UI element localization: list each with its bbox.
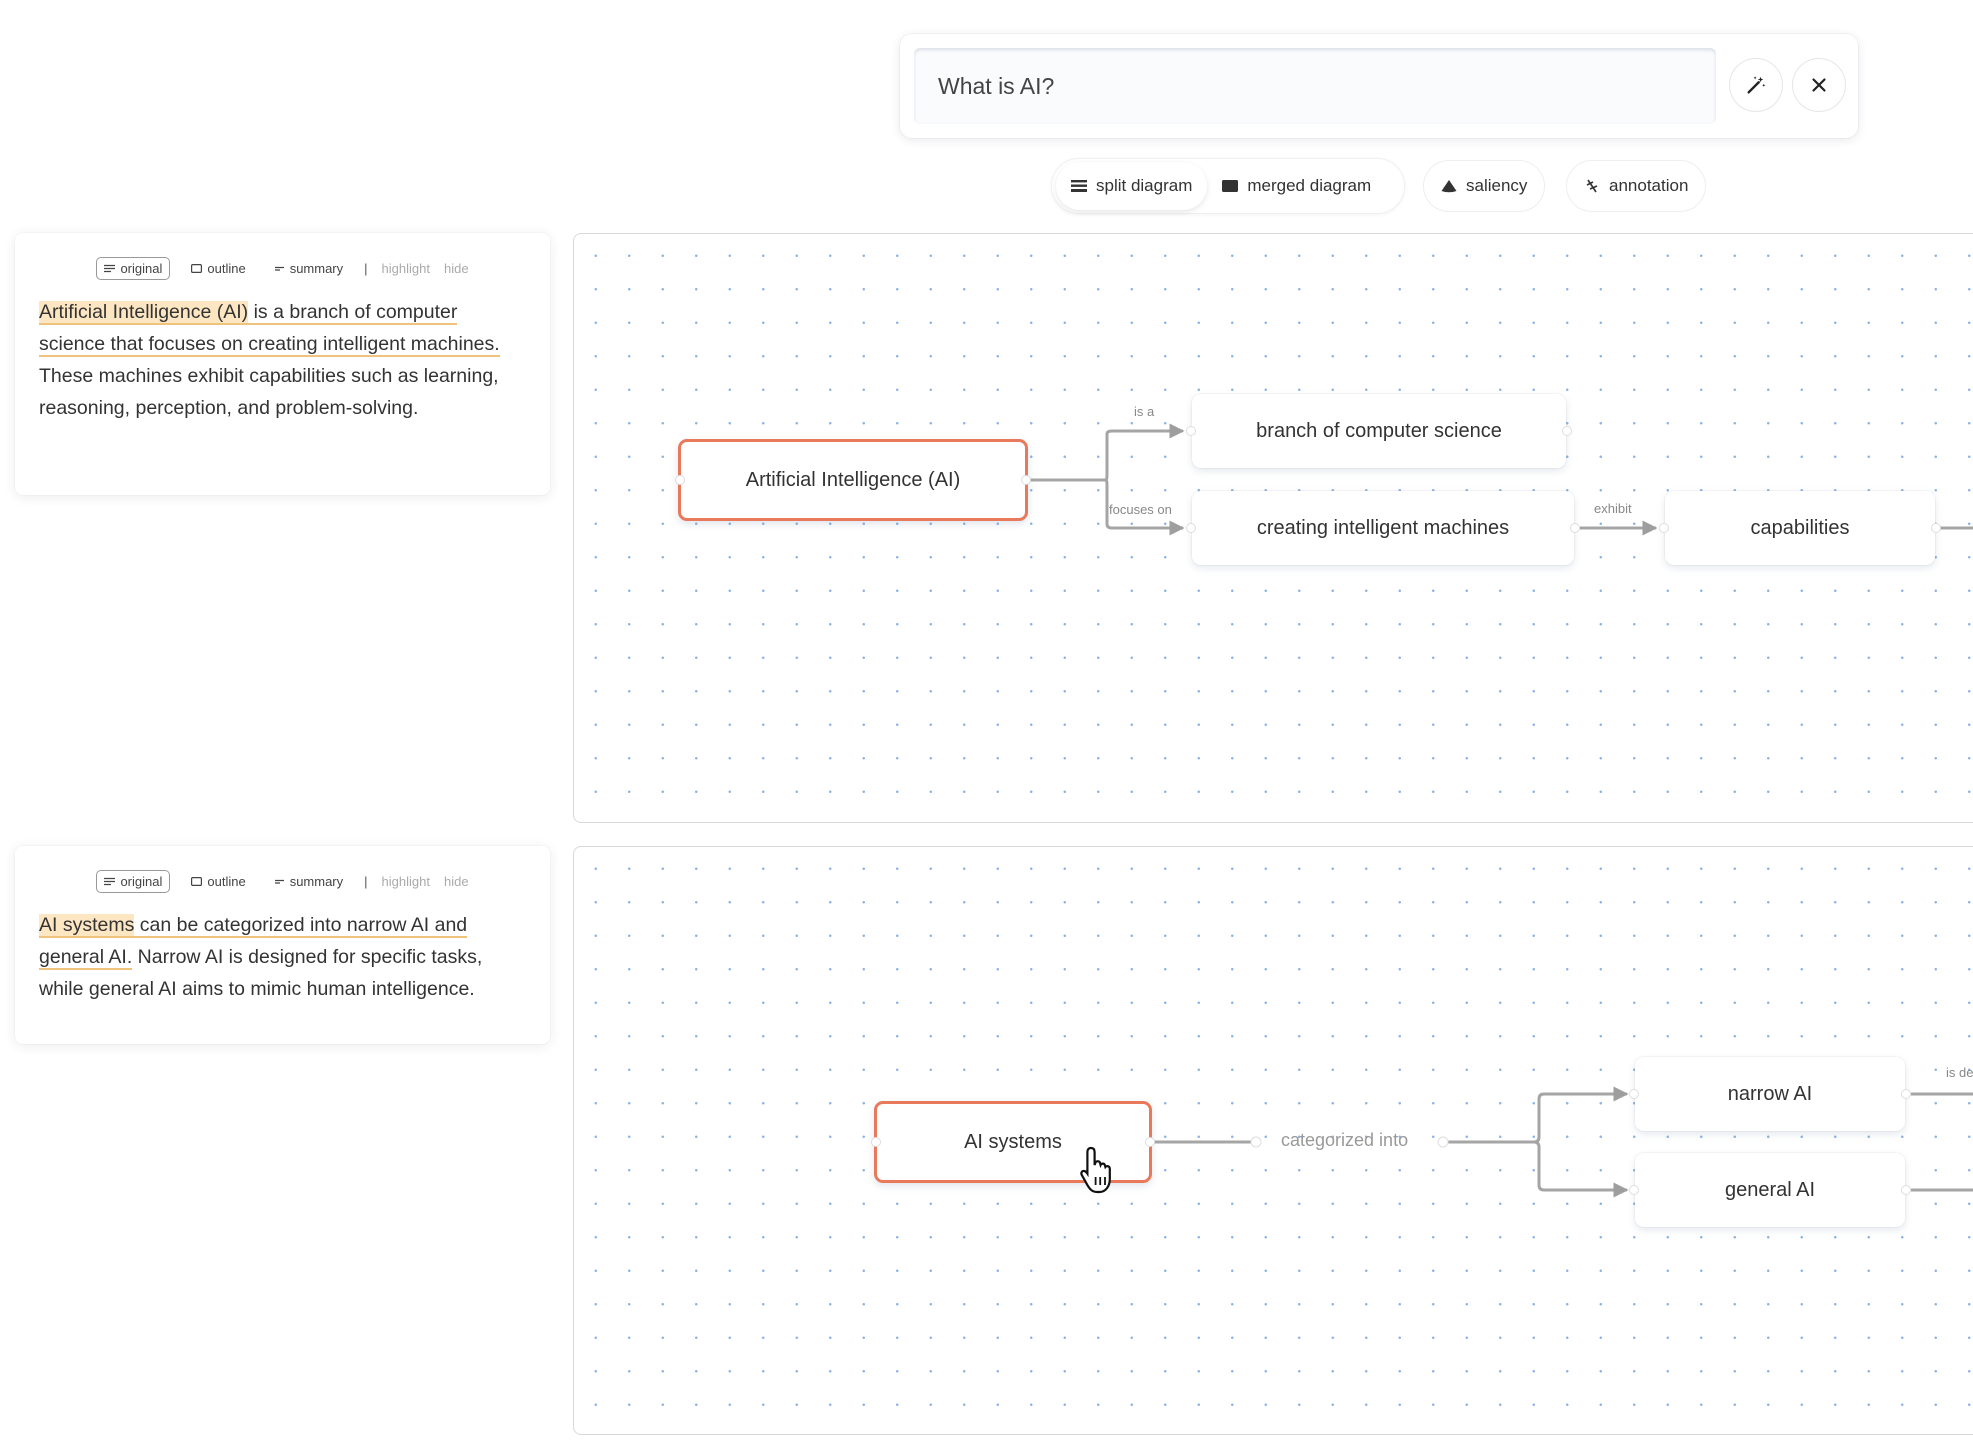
- generate-button[interactable]: [1729, 58, 1783, 112]
- node-label: creating intelligent machines: [1256, 516, 1510, 539]
- panel-view-toolbar: original outline summary | highlight hid…: [15, 257, 550, 280]
- text-panel-1: original outline summary | highlight hid…: [15, 233, 550, 495]
- view-label: outline: [207, 261, 246, 276]
- lines-icon: [104, 877, 116, 886]
- view-original-button[interactable]: original: [96, 870, 171, 893]
- hide-toggle[interactable]: hide: [444, 874, 469, 889]
- node-label: capabilities: [1750, 516, 1850, 539]
- edge-label-is-a: is a: [1134, 404, 1155, 419]
- node-branch-of-computer-science[interactable]: branch of computer science: [1186, 394, 1572, 468]
- view-original-button[interactable]: original: [96, 257, 171, 280]
- tab-label: annotation: [1609, 176, 1689, 195]
- split-diagram-icon: [1071, 180, 1087, 192]
- edge-label-exhibit: exhibit: [1594, 501, 1632, 516]
- hide-toggle[interactable]: hide: [444, 261, 469, 276]
- node-label: branch of computer science: [1256, 419, 1502, 442]
- view-label: original: [120, 874, 163, 889]
- close-button[interactable]: [1792, 58, 1846, 112]
- query-card: [900, 34, 1858, 138]
- tab-annotation[interactable]: annotation: [1566, 160, 1707, 212]
- highlight-toggle[interactable]: highlight: [382, 261, 430, 276]
- node-label: AI systems: [964, 1130, 1062, 1153]
- close-icon: [1812, 78, 1826, 92]
- highlight-toggle[interactable]: highlight: [382, 874, 430, 889]
- saliency-icon: [1441, 180, 1457, 193]
- annotation-icon: [1586, 179, 1598, 193]
- diagram-edges-2: [1153, 1086, 1973, 1198]
- section-text: Artificial Intelligence (AI) is a branch…: [39, 296, 526, 424]
- view-label: summary: [289, 261, 344, 276]
- view-summary-button[interactable]: summary: [267, 871, 350, 892]
- tab-split-diagram[interactable]: split diagram: [1056, 162, 1208, 210]
- tab-label: merged diagram: [1247, 176, 1372, 195]
- summary-icon: [274, 879, 284, 884]
- diagram-canvas-2[interactable]: categorized into is de AI systems narrow…: [573, 846, 1973, 1435]
- node-narrow-ai[interactable]: narrow AI: [1629, 1057, 1911, 1131]
- node-label: general AI: [1724, 1178, 1816, 1201]
- edge-label-focuses-on: focuses on: [1109, 502, 1172, 517]
- merged-diagram-icon: [1222, 180, 1239, 192]
- tab-saliency[interactable]: saliency: [1423, 160, 1546, 212]
- node-label: narrow AI: [1727, 1082, 1813, 1105]
- node-artificial-intelligence[interactable]: Artificial Intelligence (AI): [675, 439, 1031, 521]
- node-capabilities[interactable]: capabilities: [1659, 491, 1941, 565]
- view-label: original: [120, 261, 163, 276]
- toolbar-separator: |: [364, 874, 368, 889]
- view-summary-button[interactable]: summary: [267, 258, 350, 279]
- view-outline-button[interactable]: outline: [184, 871, 252, 892]
- toolbar-separator: |: [364, 261, 368, 276]
- plain-text: These machines exhibit capabilities such…: [39, 365, 499, 419]
- node-label: Artificial Intelligence (AI): [745, 468, 961, 491]
- summary-icon: [274, 266, 284, 271]
- node-ai-systems[interactable]: AI systems: [871, 1101, 1155, 1183]
- edge-relation-to-general: [1445, 1140, 1629, 1198]
- relation-label-categorized-into[interactable]: categorized into: [1281, 1130, 1408, 1151]
- query-input[interactable]: [914, 48, 1716, 124]
- tab-merged-diagram[interactable]: merged diagram: [1207, 162, 1386, 210]
- outline-icon: [191, 877, 203, 886]
- outline-icon: [191, 264, 203, 273]
- edge-label-is-designed: is de: [1946, 1065, 1973, 1080]
- edge-relation-to-narrow: [1445, 1086, 1629, 1144]
- magic-wand-icon: [1747, 76, 1766, 94]
- text-panel-2: original outline summary | highlight hid…: [15, 846, 550, 1044]
- diagram-mode-toggle: split diagram merged diagram: [1051, 158, 1405, 214]
- view-outline-button[interactable]: outline: [184, 258, 252, 279]
- node-general-ai[interactable]: general AI: [1629, 1153, 1911, 1227]
- node-creating-intelligent-machines[interactable]: creating intelligent machines: [1186, 491, 1580, 565]
- section-text: AI systems can be categorized into narro…: [39, 909, 526, 1005]
- lines-icon: [104, 264, 116, 273]
- highlighted-phrase[interactable]: AI systems: [39, 914, 135, 938]
- highlighted-phrase[interactable]: Artificial Intelligence (AI): [39, 301, 249, 325]
- view-label: outline: [207, 874, 246, 889]
- edge-is-a: [1028, 423, 1185, 482]
- tab-label: saliency: [1466, 176, 1528, 195]
- tab-label: split diagram: [1096, 176, 1193, 195]
- panel-view-toolbar: original outline summary | highlight hid…: [15, 870, 550, 893]
- view-label: summary: [289, 874, 344, 889]
- diagram-canvas-1[interactable]: is a focuses on exhibit Artificial Intel…: [573, 233, 1973, 823]
